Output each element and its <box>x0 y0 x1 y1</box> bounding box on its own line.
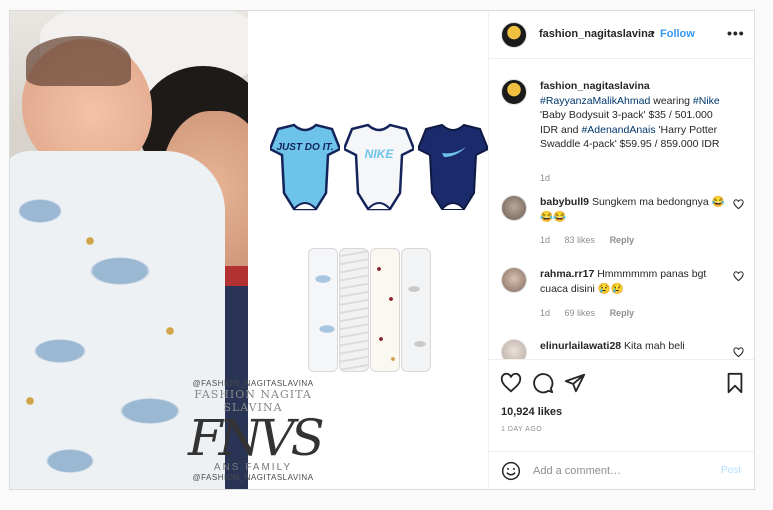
hashtag-link[interactable]: #RayyanzaMalikAhmad <box>540 95 650 107</box>
swaddle-4-pack <box>308 248 432 376</box>
comment-text: babybull9 Sungkem ma bedongnya 😂😂😂 <box>540 196 725 223</box>
comments-list[interactable]: fashion_nagitaslavina #RayyanzaMalikAhma… <box>489 59 754 359</box>
onesie-navy <box>418 123 488 211</box>
heart-icon[interactable] <box>500 372 522 394</box>
emoji-icon[interactable] <box>501 461 521 481</box>
author-avatar[interactable] <box>501 22 527 48</box>
post-media[interactable]: JUST DO IT. NIKE @FASHION_NAGITASLAVINA … <box>10 11 488 489</box>
comment-likes[interactable]: 83 likes <box>565 235 596 245</box>
comment-likes[interactable]: 69 likes <box>565 308 596 318</box>
comment-input[interactable] <box>533 462 713 480</box>
comment-username[interactable]: babybull9 <box>540 196 589 208</box>
comment-heart-icon[interactable] <box>733 271 744 282</box>
caption-meta: 1d <box>540 173 562 183</box>
reply-button[interactable]: Reply <box>610 235 635 245</box>
caption-time: 1d <box>540 173 551 183</box>
reply-button[interactable]: Reply <box>610 308 635 318</box>
action-bar: 10,924 likes 1 DAY AGO <box>489 359 754 459</box>
post-side-panel: fashion_nagitaslavina • Follow ••• fashi… <box>488 11 754 489</box>
commenter-avatar[interactable] <box>501 339 527 359</box>
onesie-logo-text: NIKE <box>364 147 394 161</box>
caption-text: fashion_nagitaslavina #RayyanzaMalikAhma… <box>540 80 720 150</box>
hashtag-link[interactable]: #Nike <box>693 95 720 107</box>
caption-avatar[interactable] <box>501 79 527 105</box>
post-button[interactable]: Post <box>721 465 741 476</box>
post-header: fashion_nagitaslavina • Follow ••• <box>489 11 754 59</box>
watermark-logo: FNVS <box>188 409 325 467</box>
caption-username[interactable]: fashion_nagitaslavina <box>540 80 650 92</box>
comment-icon[interactable] <box>532 372 554 394</box>
hashtag-link[interactable]: #AdenandAnais <box>581 124 655 136</box>
add-comment-bar: Post <box>489 451 754 489</box>
commenter-avatar[interactable] <box>501 195 527 221</box>
share-icon[interactable] <box>564 372 586 394</box>
bookmark-icon[interactable] <box>724 372 746 394</box>
watermark-handle-top: @FASHION_NAGITASLAVINA <box>192 379 314 388</box>
comment-username[interactable]: elinurlailawati28 <box>540 340 621 352</box>
comment-text: rahma.rr17 Hmmmmmm panas bgt cuaca disin… <box>540 268 707 295</box>
comment-time: 1d <box>540 308 551 318</box>
more-icon[interactable]: ••• <box>727 25 745 41</box>
separator-dot: • <box>651 27 655 39</box>
likes-count[interactable]: 10,924 likes <box>501 406 562 418</box>
comment-heart-icon[interactable] <box>733 199 744 210</box>
follow-button[interactable]: Follow <box>660 28 695 40</box>
comment-heart-icon[interactable] <box>733 347 744 358</box>
author-username[interactable]: fashion_nagitaslavina <box>539 28 654 40</box>
commenter-avatar[interactable] <box>501 267 527 293</box>
watermark: @FASHION_NAGITASLAVINA FASHION NAGITA SL… <box>188 379 325 482</box>
comment-username[interactable]: rahma.rr17 <box>540 268 594 280</box>
comment-meta: 1d 83 likes Reply <box>540 235 646 245</box>
onesie-slogan: JUST DO IT. <box>276 142 334 153</box>
onesie-blue: JUST DO IT. <box>270 123 340 211</box>
instagram-post: JUST DO IT. NIKE @FASHION_NAGITASLAVINA … <box>9 10 755 490</box>
comment-meta: 1d 69 likes Reply <box>540 308 646 318</box>
comment-text: elinurlailawati28 Kita mah beli <box>540 340 685 352</box>
onesie-white: NIKE <box>344 123 414 211</box>
comment-time: 1d <box>540 235 551 245</box>
post-date: 1 DAY AGO <box>501 426 543 433</box>
watermark-handle-bottom: @FASHION_NAGITASLAVINA <box>192 473 314 482</box>
